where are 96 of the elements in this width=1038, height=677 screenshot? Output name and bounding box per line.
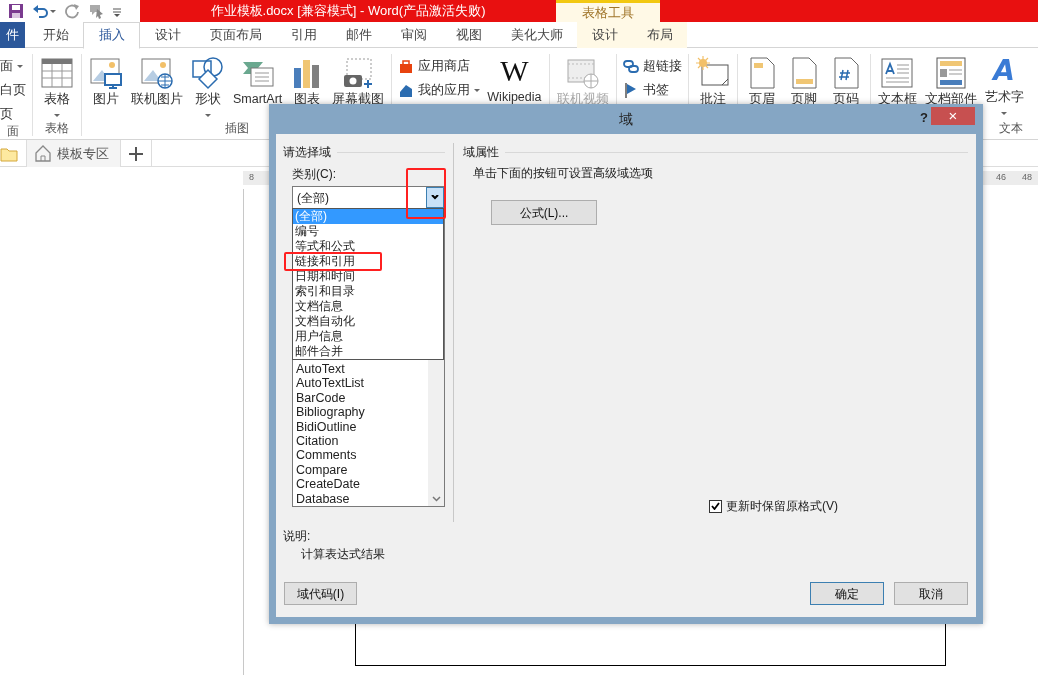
- window-title: 作业模板.docx [兼容模式] - Word(产品激活失败): [210, 2, 486, 21]
- ribbon-tab[interactable]: 美化大师: [496, 22, 577, 48]
- document-tab[interactable]: 模板专区: [27, 140, 121, 167]
- dropdown-option[interactable]: 文档自动化: [293, 314, 443, 329]
- ribbon-button[interactable]: 页: [0, 104, 28, 124]
- ribbon-button[interactable]: 形状: [188, 54, 228, 121]
- dropdown-toggle[interactable]: [426, 187, 444, 208]
- dropdown-option[interactable]: 用户信息: [293, 329, 443, 344]
- dialog-title: 域: [619, 109, 633, 129]
- ribbon-button[interactable]: 页码: [825, 54, 866, 121]
- file-tab[interactable]: 件: [0, 22, 25, 48]
- description-text: 计算表达式结果: [301, 547, 386, 561]
- chevron-down-icon: [431, 195, 439, 200]
- list-item[interactable]: Comments: [293, 448, 428, 463]
- home-icon: [35, 145, 51, 162]
- check-icon: [711, 502, 720, 510]
- dropdown-option[interactable]: 邮件合并: [293, 344, 443, 359]
- close-button[interactable]: ×: [931, 107, 975, 125]
- cancel-button[interactable]: 取消: [894, 582, 968, 605]
- list-item[interactable]: BarCode: [293, 390, 428, 406]
- redo-icon: [64, 3, 80, 19]
- picture-icon: [89, 56, 123, 90]
- group-label: 插图: [223, 121, 250, 136]
- dropdown-option[interactable]: 文档信息: [293, 299, 443, 314]
- list-item[interactable]: CreateDate: [293, 477, 428, 492]
- text-box-icon: [880, 56, 914, 90]
- ribbon-tab[interactable]: 开始: [28, 22, 83, 48]
- scroll-down-icon: [431, 496, 441, 502]
- ribbon-tab[interactable]: 审阅: [386, 22, 441, 48]
- field-label: 类别(C):: [292, 167, 337, 181]
- ribbon-tab[interactable]: 邮件: [331, 22, 386, 48]
- ok-button[interactable]: 确定: [810, 582, 884, 605]
- picture-globe-icon: [140, 56, 174, 90]
- dropdown-option[interactable]: 索引和目录: [293, 284, 443, 299]
- dropdown-option[interactable]: 编号: [293, 224, 443, 239]
- ribbon-tab[interactable]: 视图: [441, 22, 496, 48]
- ribbon-tab[interactable]: 引用: [276, 22, 331, 48]
- ribbon-button[interactable]: 图表: [287, 54, 328, 121]
- ribbon-button[interactable]: A 艺术字: [981, 54, 1027, 121]
- ribbon-button[interactable]: 面: [0, 56, 28, 76]
- folder-icon: [0, 145, 18, 162]
- group-label: 面: [6, 124, 20, 139]
- ribbon-button[interactable]: 表格: [37, 54, 77, 121]
- field-codes-button[interactable]: 域代码(I): [284, 582, 357, 605]
- hand-pointer-icon: [88, 3, 104, 19]
- list-item[interactable]: BidiOutline: [293, 419, 428, 435]
- film-globe-icon: [565, 56, 600, 90]
- ribbon-button[interactable]: 批注: [692, 54, 733, 121]
- ribbon-button[interactable]: 页眉: [741, 54, 782, 121]
- ribbon-button[interactable]: 图片: [86, 54, 126, 121]
- ribbon-tab[interactable]: 插入: [83, 22, 140, 49]
- ribbon-button[interactable]: 白页: [0, 80, 28, 100]
- ribbon-button[interactable]: 超链接: [620, 56, 684, 76]
- help-button[interactable]: ?: [920, 108, 928, 128]
- document-parts-icon: [933, 56, 968, 90]
- list-item[interactable]: AutoText: [293, 362, 428, 377]
- checkbox-label: 更新时保留原格式(V): [726, 498, 838, 515]
- ribbon-tab[interactable]: 设计: [140, 22, 195, 48]
- ribbon-button[interactable]: 页脚: [783, 54, 824, 121]
- group-label: 文本: [997, 121, 1024, 136]
- list-item[interactable]: Citation: [293, 434, 428, 449]
- ribbon-button[interactable]: W Wikipedia: [484, 54, 545, 121]
- list-item[interactable]: Compare: [293, 462, 428, 478]
- hint-text: 单击下面的按钮可设置高级域选项: [473, 166, 654, 180]
- formula-button[interactable]: 公式(L)...: [491, 200, 597, 225]
- letter-logo: A: [993, 54, 1015, 88]
- context-tab-header: 表格工具: [556, 0, 660, 22]
- ruler-number: 46: [995, 171, 1006, 185]
- save-icon: [8, 3, 24, 19]
- ribbon-button[interactable]: 我的应用: [396, 80, 483, 100]
- undo-icon: [32, 3, 56, 19]
- checkbox[interactable]: [709, 499, 722, 513]
- ruler-number: 8: [249, 171, 254, 185]
- ribbon-button[interactable]: 联机图片: [128, 54, 186, 121]
- w-logo: W: [500, 54, 529, 88]
- section-heading: 请选择域: [283, 144, 331, 161]
- dropdown-option[interactable]: 等式和公式: [293, 239, 443, 254]
- ruler-number: 48: [1022, 171, 1032, 185]
- link-icon: [622, 58, 639, 74]
- description-label: 说明:: [283, 529, 312, 543]
- bag-icon: [398, 58, 415, 74]
- ribbon-tab[interactable]: 布局: [632, 22, 687, 48]
- plus-icon: [129, 146, 143, 161]
- ribbon-tab[interactable]: 页面布局: [195, 22, 276, 48]
- dropdown-option[interactable]: 链接和引用: [284, 252, 382, 271]
- list-item[interactable]: Database: [293, 491, 428, 506]
- ribbon-button[interactable]: 应用商店: [396, 56, 483, 76]
- list-item[interactable]: AutoTextList: [293, 376, 428, 391]
- apps-icon: [398, 82, 415, 98]
- list-item[interactable]: Bibliography: [293, 405, 428, 420]
- shapes-icon: [191, 56, 225, 90]
- ribbon-button[interactable]: 书签: [620, 80, 684, 100]
- ribbon-tab[interactable]: 设计: [577, 22, 632, 48]
- table-icon: [40, 56, 74, 90]
- section-heading: 域属性: [463, 144, 499, 161]
- group-label: 表格: [44, 121, 70, 136]
